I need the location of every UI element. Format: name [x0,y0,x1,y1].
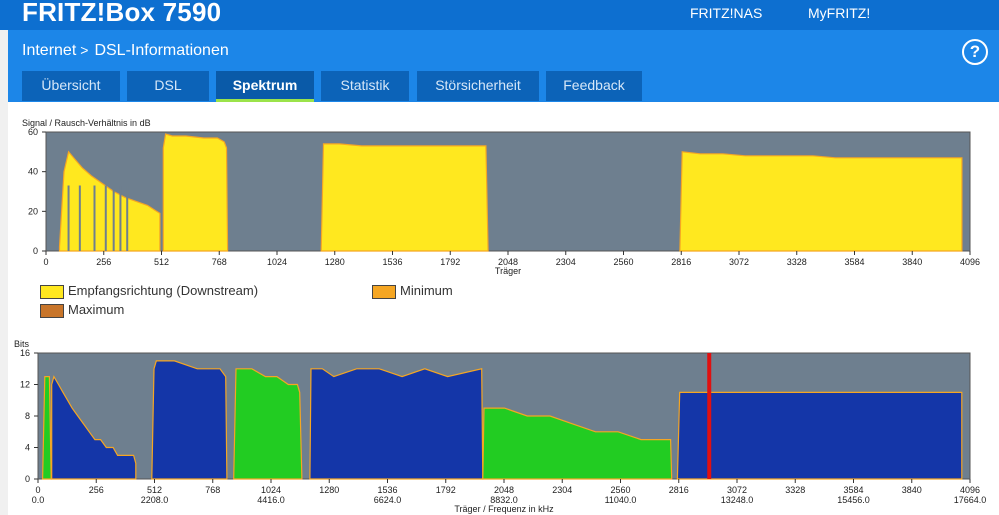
snr-chart: Signal / Rausch-Verhältnis in dB 0 20 40 60 0… [22,118,980,276]
tab-spektrum[interactable]: Spektrum [216,71,314,102]
x-freq-label-7: 15456.0 [837,495,870,505]
x-axis-label: Träger / Frequenz in kHz [454,504,554,514]
x-freq-label-8: 17664.0 [954,495,987,505]
left-edge-strip [0,30,8,515]
x-tick-label-3: 768 [205,485,220,495]
x-tick-label-16: 4096 [960,257,980,267]
myfritz-link[interactable]: MyFRITZ! [808,5,870,21]
help-icon[interactable]: ? [962,39,988,65]
y-tick-label-2: 40 [28,167,38,177]
y-tick-label-1: 20 [28,206,38,216]
y-tick-label-3: 60 [28,127,38,137]
x-tick-label-9: 2304 [552,485,572,495]
tab-uebersicht[interactable]: Übersicht [22,71,120,101]
x-tick-label-10: 2560 [610,485,630,495]
tab-statistik[interactable]: Statistik [321,71,409,101]
x-tick-label-1: 256 [89,485,104,495]
x-tick-label-15: 3840 [902,257,922,267]
legend-maximum: Maximum [40,302,124,318]
series-area-0-2 [309,368,484,480]
x-tick-label-7: 1792 [440,257,460,267]
x-tick-label-7: 1792 [436,485,456,495]
legend-label-downstream: Empfangsrichtung (Downstream) [68,283,259,298]
tab-dsl[interactable]: DSL [127,71,209,101]
series-area-0-3 [676,391,963,480]
x-tick-label-2: 512 [147,485,162,495]
series-area-1-0 [41,376,52,480]
x-tick-label-0: 0 [43,257,48,267]
y-tick-label-1: 4 [25,443,30,453]
legend-label-minimum: Minimum [400,283,453,298]
x-freq-label-0: 0.0 [32,495,45,505]
x-tick-label-11: 2816 [671,257,691,267]
x-tick-label-12: 3072 [727,485,747,495]
x-tick-label-5: 1280 [325,257,345,267]
x-freq-label-1: 2208.0 [141,495,169,505]
x-freq-label-2: 4416.0 [257,495,285,505]
y-tick-label-2: 8 [25,411,30,421]
legend-swatch-minimum [372,284,396,299]
x-tick-label-4: 1024 [261,485,281,495]
breadcrumb-internet[interactable]: Internet [22,42,76,59]
x-tick-label-15: 3840 [902,485,922,495]
series-area-0-1 [162,133,229,252]
brand-logo: FRITZ!Box 7590 [22,0,222,27]
x-tick-label-4: 1024 [267,257,287,267]
legend-minimum: Minimum [372,283,453,299]
x-freq-label-3: 6624.0 [374,495,402,505]
series-area-0-2 [320,143,489,252]
chevron-right-icon: > [80,42,89,58]
breadcrumb-current: DSL-Informationen [94,42,229,59]
x-freq-label-5: 11040.0 [605,495,637,505]
legend-downstream: Empfangsrichtung (Downstream) [40,283,258,299]
section-header: Internet > DSL-Informationen ? Übersicht D… [8,30,999,102]
x-tick-label-14: 3584 [844,257,864,267]
x-tick-label-2: 512 [154,257,169,267]
tab-stoersicherheit[interactable]: Störsicherheit [417,71,539,101]
chart-title: Signal / Rausch-Verhältnis in dB [22,118,151,128]
x-tick-label-6: 1536 [382,257,402,267]
y-tick-label-0: 0 [25,474,30,484]
x-tick-label-0: 0 [35,485,40,495]
x-tick-label-12: 3072 [729,257,749,267]
y-tick-label-3: 12 [20,380,30,390]
spectrum-content: Signal / Rausch-Verhältnis in dB 0 20 40 60 0… [8,102,999,515]
bits-chart: Bits04812160 256 512 768 1024 1280 1536 1792 204… [14,339,987,514]
y-tick-label-4: 16 [20,348,30,358]
x-tick-label-10: 2560 [613,257,633,267]
x-tick-label-13: 3328 [787,257,807,267]
x-tick-label-13: 3328 [785,485,805,495]
x-tick-label-3: 768 [212,257,227,267]
x-tick-label-5: 1280 [319,485,339,495]
x-tick-label-9: 2304 [556,257,576,267]
legend-swatch-maximum [40,303,64,318]
x-tick-label-1: 256 [96,257,111,267]
x-tick-label-14: 3584 [843,485,863,495]
top-bar: FRITZ!Box 7590 FRITZ!NAS MyFRITZ! [0,0,999,30]
series-area-0-3 [679,151,963,252]
breadcrumb: Internet > DSL-Informationen [22,42,229,60]
x-axis-label: Träger [495,266,521,276]
x-freq-label-6: 13248.0 [721,495,754,505]
x-tick-label-11: 2816 [669,485,689,495]
x-tick-label-6: 1536 [377,485,397,495]
x-tick-label-16: 4096 [960,485,980,495]
legend-label-maximum: Maximum [68,302,125,317]
series-area-1-1 [233,368,303,480]
tab-feedback[interactable]: Feedback [546,71,642,101]
fritz-nas-link[interactable]: FRITZ!NAS [690,5,762,21]
series-area-0-1 [151,360,228,480]
x-tick-label-8: 2048 [494,485,514,495]
y-tick-label-0: 0 [33,246,38,256]
legend-swatch-downstream [40,284,64,299]
